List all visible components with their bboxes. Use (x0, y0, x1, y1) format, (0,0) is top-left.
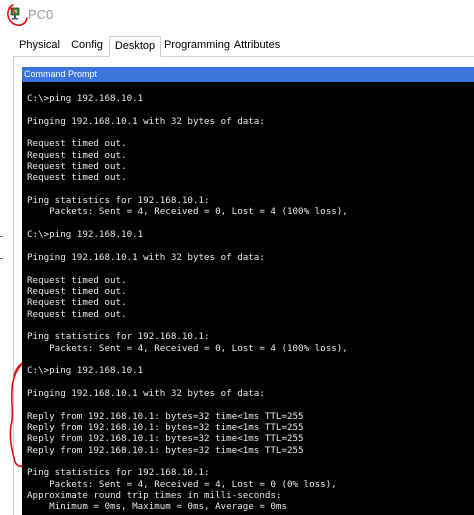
tab-desktop[interactable]: Desktop (109, 36, 161, 57)
tab-config[interactable]: Config (68, 36, 106, 55)
terminal-line: Pinging 192.168.10.1 with 32 bytes of da… (27, 115, 265, 127)
terminal-line: Packets: Sent = 4, Received = 0, Lost = … (27, 206, 348, 218)
pc-device-icon (10, 7, 20, 20)
terminal-line: Reply from 192.168.10.1: bytes=32 time<1… (27, 410, 304, 422)
terminal-line: Ping statistics for 192.168.10.1: (27, 195, 210, 207)
tab-programming[interactable]: Programming (164, 36, 230, 55)
terminal-line: Request timed out. (27, 308, 127, 320)
terminal-line: Minimum = 0ms, Maximum = 0ms, Average = … (27, 501, 287, 513)
terminal-line: Request timed out. (27, 274, 127, 286)
terminal-line: C:\>ping 192.168.10.1 (27, 229, 144, 241)
terminal-line: Ping statistics for 192.168.10.1: (27, 331, 210, 343)
window-title: PC0 (28, 7, 54, 22)
terminal-line: Pinging 192.168.10.1 with 32 bytes of da… (27, 387, 265, 399)
pc0-window: PC0 Physical Config Desktop Programming … (0, 0, 474, 515)
terminal-line: Request timed out. (27, 138, 127, 150)
terminal-line: Approximate round trip times in milli-se… (27, 490, 282, 502)
terminal-line: Reply from 192.168.10.1: bytes=32 time<1… (27, 444, 304, 456)
tab-physical[interactable]: Physical (13, 36, 66, 55)
terminal-line: Reply from 192.168.10.1: bytes=32 time<1… (27, 433, 304, 445)
command-prompt-header: Command Prompt (22, 67, 474, 82)
tab-bar: Physical Config Desktop Programming Attr… (13, 36, 474, 57)
terminal-line: Packets: Sent = 4, Received = 0, Lost = … (27, 342, 348, 354)
edge-fragment (0, 258, 3, 259)
terminal-line: C:\>ping 192.168.10.1 (27, 93, 144, 104)
terminal-line: C:\>ping 192.168.10.1 (27, 365, 144, 377)
terminal-line: Packets: Sent = 4, Received = 4, Lost = … (27, 478, 337, 490)
edge-fragment (0, 236, 3, 237)
terminal-line: Request timed out. (27, 285, 127, 297)
terminal-output: C:\>ping 192.168.10.1 Pinging 192.168.10… (27, 93, 348, 513)
terminal-line: Request timed out. (27, 161, 127, 173)
terminal-line: Request timed out. (27, 297, 127, 309)
terminal-line: Reply from 192.168.10.1: bytes=32 time<1… (27, 421, 304, 433)
command-prompt-terminal[interactable]: C:\>ping 192.168.10.1 Pinging 192.168.10… (22, 82, 474, 515)
tab-attributes[interactable]: Attributes (232, 36, 282, 55)
terminal-line: Pinging 192.168.10.1 with 32 bytes of da… (27, 251, 265, 263)
terminal-line: Request timed out. (27, 172, 127, 184)
terminal-line: Request timed out. (27, 149, 127, 161)
title-bar: PC0 (0, 0, 474, 30)
terminal-line: Ping statistics for 192.168.10.1: (27, 467, 210, 479)
